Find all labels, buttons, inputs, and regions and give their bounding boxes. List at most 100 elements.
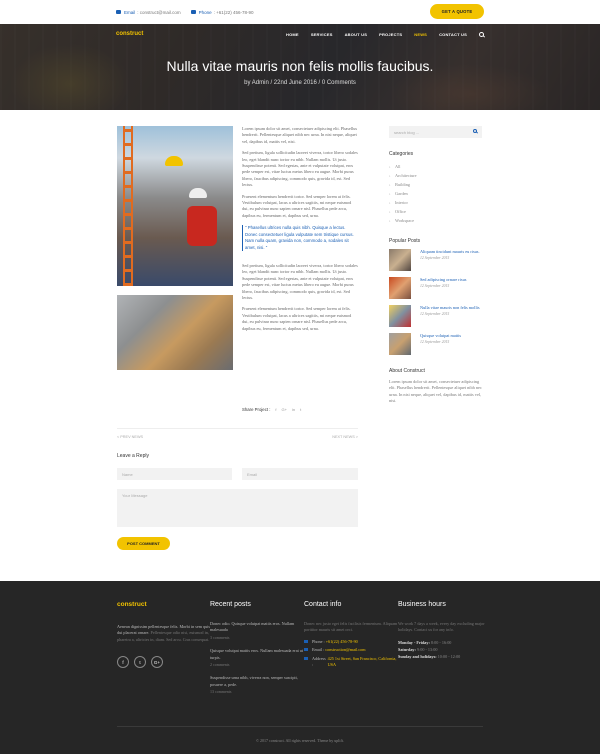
category-interior[interactable]: Interior bbox=[389, 198, 482, 207]
contact-text: Donec nec justo eget felis facilisis fer… bbox=[304, 621, 398, 633]
social-links: f t G+ bbox=[117, 656, 212, 669]
hard-hat-graphic bbox=[189, 188, 207, 198]
popular-post-date: 12 September 2015 bbox=[420, 255, 450, 260]
hours-day: Monday - Friday: bbox=[398, 639, 430, 645]
page-title: Nulla vitae mauris non felis mollis fauc… bbox=[166, 58, 434, 74]
google-plus-icon[interactable]: G+ bbox=[282, 407, 287, 412]
popular-post[interactable]: Aliquam tincidunt mauris eu risus. 12 Sep… bbox=[389, 249, 482, 271]
hours-heading: Business hours bbox=[398, 601, 446, 608]
footer-recent-posts: Recent posts Donec odio. Quisque volutpa… bbox=[210, 601, 305, 703]
hours-row: Saturday: 9:00 - 13:00 bbox=[398, 646, 493, 653]
share-bar: Share Project : f G+ in t bbox=[242, 407, 301, 412]
google-plus-icon[interactable]: G+ bbox=[151, 656, 163, 669]
popular-post-title[interactable]: Quisque volutpat mattis bbox=[420, 333, 461, 339]
recent-post-title[interactable]: Donec odio. Quisque volutpat mattis eros… bbox=[210, 621, 305, 634]
post-meta: by Admin / 22nd June 2016 / 0 Comments bbox=[244, 80, 356, 86]
recent-post[interactable]: Suspendisse urna nibh, viverra non, semp… bbox=[210, 675, 305, 695]
phone-label: Phone bbox=[198, 9, 212, 15]
category-building[interactable]: Building bbox=[389, 180, 482, 189]
footer-contact: Contact info Donec nec justo eget felis … bbox=[304, 601, 399, 668]
popular-post-title[interactable]: Aliquam tincidunt mauris eu risus. bbox=[420, 249, 480, 255]
contact-email-value[interactable]: construction@mail.com bbox=[325, 647, 365, 653]
nav-item-about-us[interactable]: ABOUT US bbox=[345, 32, 368, 37]
share-label: Share Project : bbox=[242, 407, 271, 412]
footer-divider bbox=[117, 726, 483, 727]
nav-item-contact-us[interactable]: CONTACT US bbox=[439, 32, 467, 37]
sidebar: search blog ... Categories All Architect… bbox=[389, 126, 482, 405]
about-text: Lorem ipsum dolor sit amet, consectetuer… bbox=[389, 379, 482, 404]
contact-email: Email : construction@mail.com bbox=[304, 647, 399, 653]
contact-heading: Contact info bbox=[304, 601, 342, 608]
footer-about-text: Aenean dignissim pellentesque felis. Mor… bbox=[117, 624, 212, 643]
prev-news-link[interactable]: < PREV NEWS bbox=[117, 435, 143, 439]
email-field[interactable]: Email bbox=[242, 468, 358, 480]
divider bbox=[117, 428, 358, 429]
popular-post-title[interactable]: Nulla vitae mauris non felis mollis bbox=[420, 305, 480, 311]
popular-post[interactable]: Sed adipiscing ornare risus 12 September … bbox=[389, 277, 482, 299]
email-value[interactable]: : construct@mail.com bbox=[137, 10, 180, 15]
footer-about: construct Aenean dignissim pellentesque … bbox=[117, 601, 212, 669]
post-paragraph: Sed pretium, ligula sollicitudin laoreet… bbox=[242, 150, 358, 188]
post-paragraph: Praesent elementum hendrerit tortor. Sed… bbox=[242, 306, 352, 331]
category-garden[interactable]: Garden bbox=[389, 189, 482, 198]
hours-text: We work 7 days a week, every day excludi… bbox=[398, 621, 485, 633]
recent-post-title[interactable]: Suspendisse urna nibh, viverra non, semp… bbox=[210, 675, 305, 688]
contact-address-label: Address : bbox=[312, 655, 326, 668]
popular-post-thumbnail[interactable] bbox=[389, 277, 411, 299]
category-office[interactable]: Office bbox=[389, 207, 482, 216]
hours-day: Sunday and holidays: bbox=[398, 653, 437, 659]
post-image-pipes bbox=[117, 295, 233, 370]
nav-item-projects[interactable]: PROJECTS bbox=[379, 32, 402, 37]
logo[interactable]: construct bbox=[116, 31, 143, 37]
post-paragraph: Praesent elementum hendrerit tortor. Sed… bbox=[242, 193, 352, 218]
popular-post-title[interactable]: Sed adipiscing ornare risus bbox=[420, 277, 466, 283]
twitter-icon[interactable]: t bbox=[300, 407, 301, 412]
linkedin-icon[interactable]: in bbox=[292, 407, 295, 412]
get-a-quote-button[interactable]: GET A QUOTE bbox=[430, 4, 484, 19]
hours-row: Sunday and holidays: 10:00 - 12:00 bbox=[398, 653, 493, 660]
name-field[interactable]: Name bbox=[117, 468, 232, 480]
popular-post-thumbnail[interactable] bbox=[389, 333, 411, 355]
recent-posts-heading: Recent posts bbox=[210, 601, 251, 608]
contact-phone-label: Phone : bbox=[312, 638, 325, 644]
about-heading: About Construct bbox=[389, 368, 425, 374]
popular-post-date: 12 September 2015 bbox=[420, 311, 450, 316]
phone-value[interactable]: : +61(22) 456-78-90 bbox=[214, 10, 254, 15]
footer-logo[interactable]: construct bbox=[117, 601, 212, 608]
popular-post[interactable]: Nulla vitae mauris non felis mollis 12 Se… bbox=[389, 305, 482, 327]
facebook-icon[interactable]: f bbox=[275, 407, 276, 412]
recent-post-comments: 3 comments bbox=[210, 634, 230, 640]
recent-post[interactable]: Quisque volutpat mattis eros. Nullam mal… bbox=[210, 648, 305, 668]
hours-day: Saturday: bbox=[398, 646, 416, 652]
recent-post-title[interactable]: Quisque volutpat mattis eros. Nullam mal… bbox=[210, 648, 305, 661]
nav-item-services[interactable]: SERVICES bbox=[311, 32, 333, 37]
footer-hours: Business hours We work 7 days a week, ev… bbox=[398, 601, 493, 660]
reply-heading: Leave a Reply bbox=[117, 453, 149, 459]
worker-graphic bbox=[187, 206, 217, 246]
footer: construct Aenean dignissim pellentesque … bbox=[0, 581, 600, 754]
post-quote: " Phasellus ultrices nulla quis nibh. Qu… bbox=[242, 225, 358, 251]
post-image-workers bbox=[117, 126, 233, 286]
nav-item-home[interactable]: HOME bbox=[286, 32, 299, 37]
search-icon[interactable] bbox=[479, 31, 484, 37]
nav-item-news[interactable]: NEWS bbox=[414, 32, 427, 37]
next-news-link[interactable]: NEXT NEWS > bbox=[332, 435, 358, 439]
category-all[interactable]: All bbox=[389, 162, 482, 171]
contact-phone-value[interactable]: +61(22) 456-78-90 bbox=[326, 639, 358, 645]
category-workspace[interactable]: Workspace bbox=[389, 216, 482, 225]
twitter-icon[interactable]: t bbox=[134, 656, 146, 669]
popular-post-thumbnail[interactable] bbox=[389, 249, 411, 271]
top-phone[interactable]: Phone : +61(22) 456-78-90 bbox=[190, 9, 254, 15]
top-email[interactable]: Email : construct@mail.com bbox=[116, 10, 181, 15]
popular-post-date: 12 September 2015 bbox=[420, 339, 450, 344]
search-placeholder: search blog ... bbox=[394, 130, 420, 135]
recent-post[interactable]: Donec odio. Quisque volutpat mattis eros… bbox=[210, 621, 305, 641]
message-field[interactable]: Your Message bbox=[117, 489, 358, 527]
popular-post-thumbnail[interactable] bbox=[389, 305, 411, 327]
category-architecture[interactable]: Architecture bbox=[389, 171, 482, 180]
search-icon[interactable] bbox=[473, 129, 477, 133]
post-comment-button[interactable]: POST COMMENT bbox=[117, 537, 170, 550]
popular-post[interactable]: Quisque volutpat mattis 12 September 2015 bbox=[389, 333, 482, 355]
blog-search-input[interactable]: search blog ... bbox=[389, 126, 482, 138]
facebook-icon[interactable]: f bbox=[117, 656, 129, 669]
